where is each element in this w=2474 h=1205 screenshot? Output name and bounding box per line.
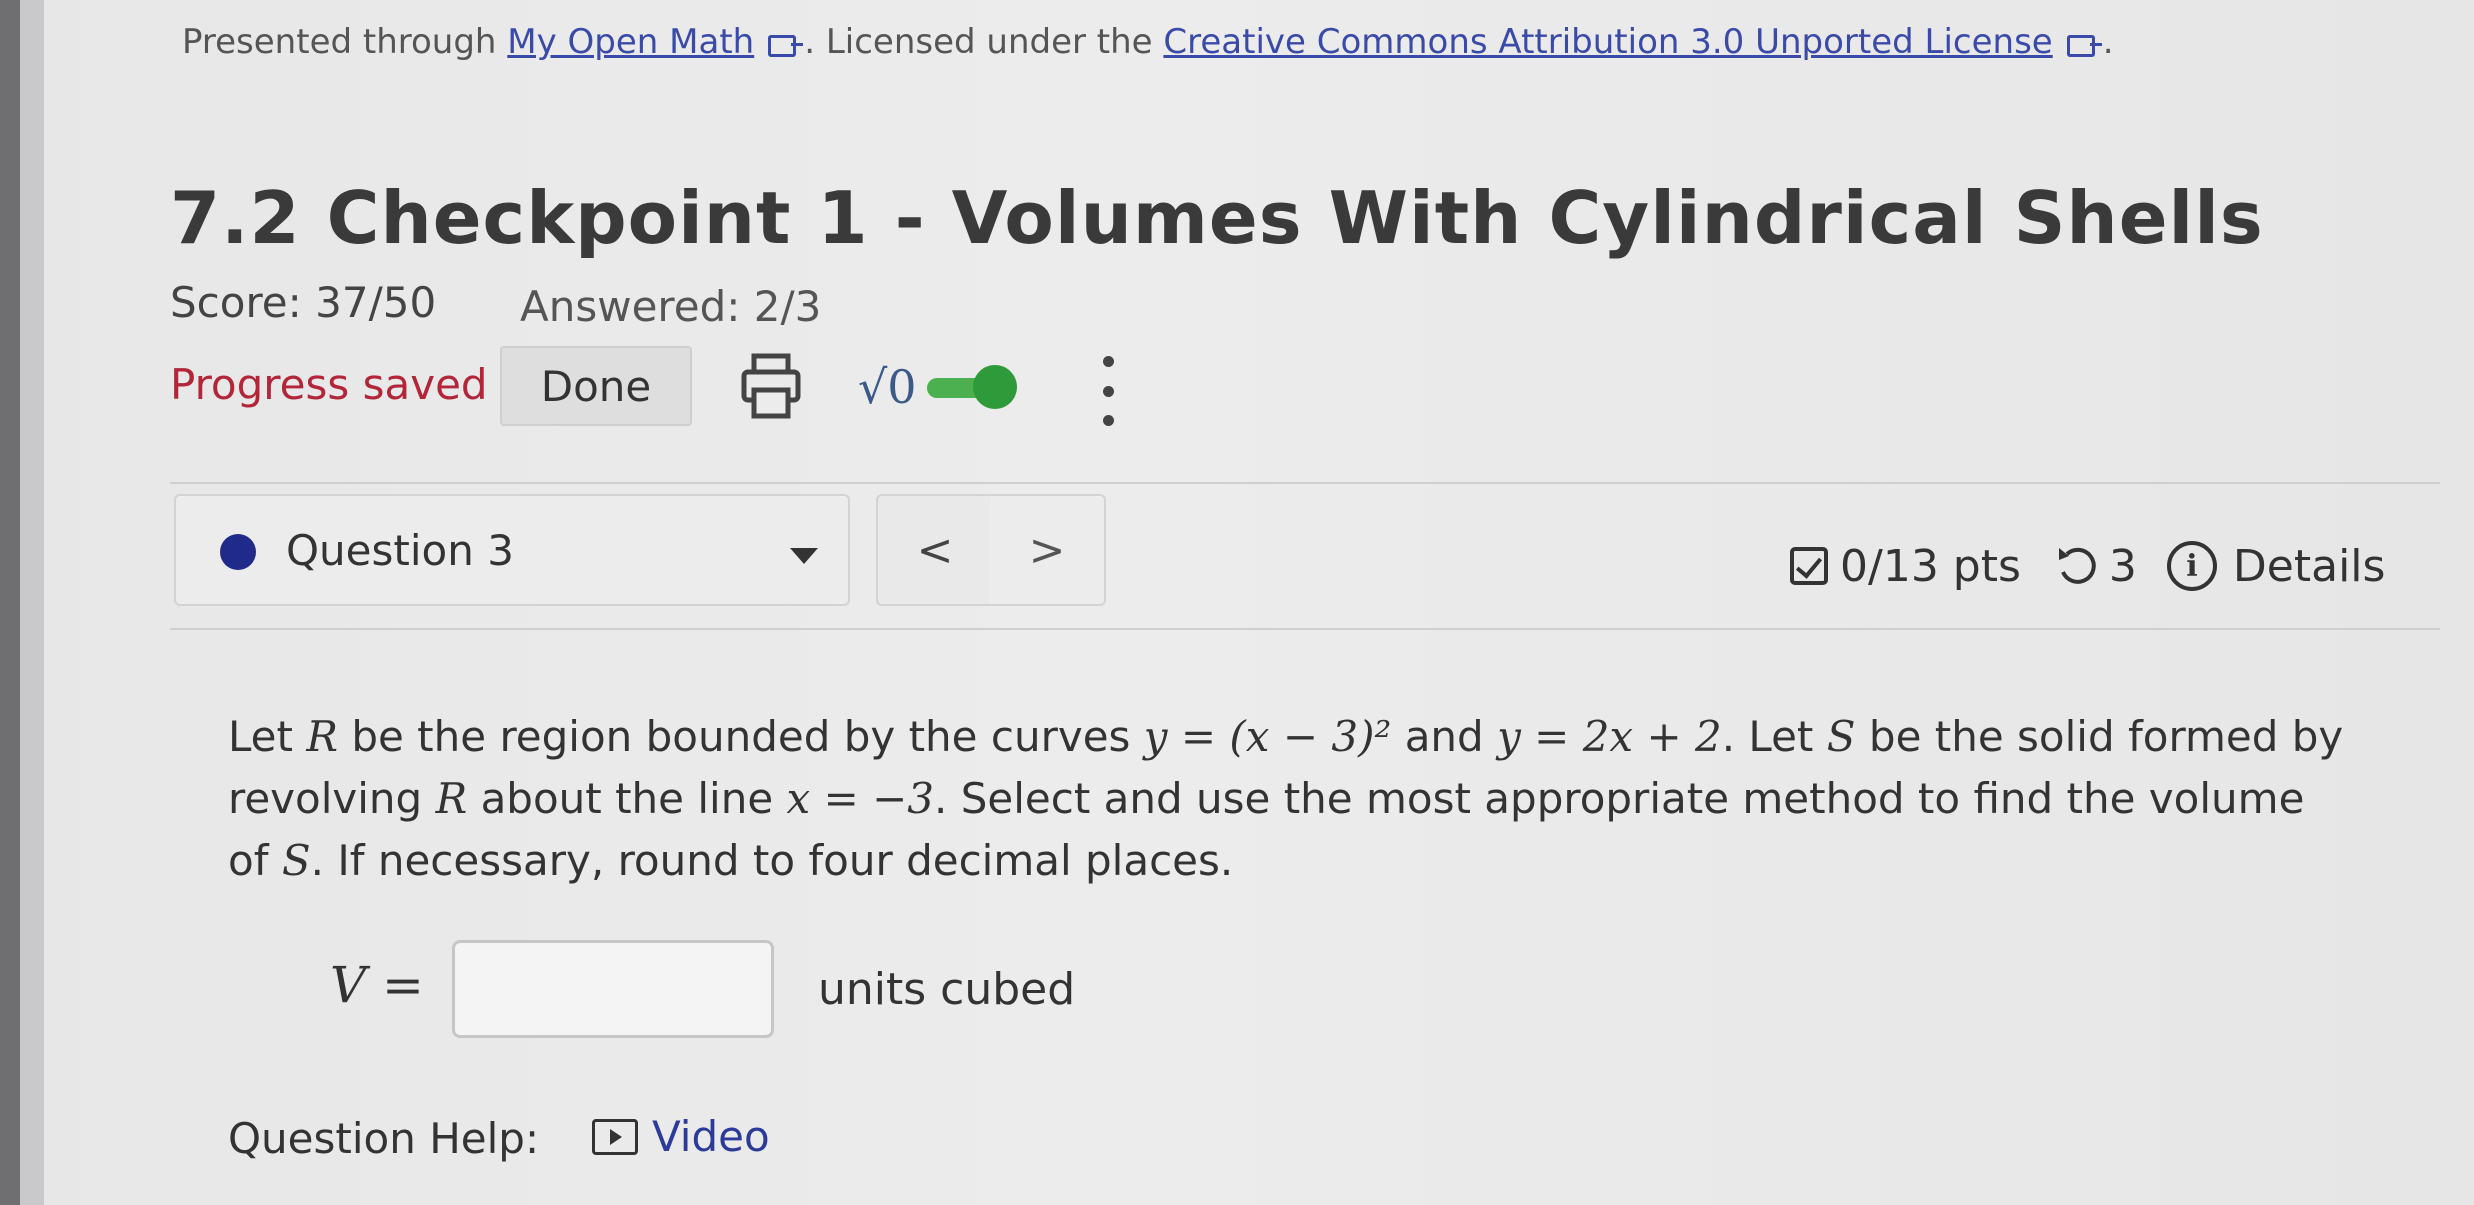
kebab-dot [1102, 356, 1114, 367]
license-prefix: Presented through [182, 22, 497, 62]
toggle-knob [972, 365, 1017, 409]
kebab-dot [1102, 385, 1114, 397]
toggle-switch[interactable] [926, 365, 1017, 409]
math-symbol: S [281, 836, 311, 885]
more-options-icon[interactable] [1096, 356, 1120, 426]
question-meta: 0/13 pts 3 i Details [1790, 536, 2385, 596]
external-link-icon [2066, 35, 2102, 57]
retries-count: 3 [2108, 540, 2137, 592]
done-button[interactable]: Done [500, 346, 692, 426]
points-text: 0/13 pts [1840, 540, 2021, 592]
next-question-button[interactable]: > [990, 494, 1106, 606]
cc-license-link[interactable]: Creative Commons Attribution 3.0 Unporte… [1163, 22, 2052, 62]
license-line: Presented through My Open Math . Licensed… [182, 22, 2114, 62]
score-text: Score: 37/50 [170, 278, 437, 327]
problem-text-part: and [1404, 712, 1484, 761]
units-label: units cubed [818, 964, 1076, 1015]
math-entry-toggle[interactable]: √0 [858, 352, 1017, 422]
problem-text-part: be the region bounded by the curves [351, 712, 1131, 761]
info-icon[interactable]: i [2166, 541, 2217, 591]
problem-text: Let R be the region bounded by the curve… [228, 706, 2348, 892]
sqrt-icon: √0 [858, 360, 917, 414]
kebab-dot [1102, 415, 1114, 426]
license-middle: . Licensed under the [804, 22, 1153, 62]
page-title: 7.2 Checkpoint 1 - Volumes With Cylindri… [170, 176, 2264, 260]
math-axis: x = −3 [786, 774, 935, 823]
math-symbol: R [306, 712, 338, 761]
math-symbol: R [435, 774, 468, 823]
external-link-icon [768, 35, 804, 57]
math-symbol: S [1826, 712, 1856, 761]
question-select[interactable]: Question 3 [174, 494, 850, 606]
math-curve-2: y = 2x + 2 [1497, 712, 1722, 761]
answer-input[interactable] [452, 940, 774, 1038]
problem-text-part: about the line [480, 774, 774, 823]
question-status-dot [220, 534, 256, 570]
problem-text-part: Let [228, 712, 293, 761]
video-link-label: Video [652, 1112, 770, 1161]
dropdown-caret-icon [790, 548, 818, 564]
problem-text-part: . If necessary, round to four decimal pl… [310, 836, 1234, 885]
divider-top [170, 482, 2440, 484]
license-suffix: . [2102, 22, 2114, 62]
video-icon [592, 1118, 638, 1155]
question-select-label: Question 3 [286, 526, 514, 575]
divider-bottom [170, 628, 2440, 630]
problem-text-part: . Let [1721, 712, 1814, 761]
progress-status: Progress saved [170, 360, 488, 409]
answer-label: V = [330, 956, 424, 1014]
screen-bezel [0, 0, 20, 1205]
checkbox-icon [1790, 547, 1828, 585]
math-curve-1: y = (x − 3)² [1143, 712, 1392, 761]
answered-text: Answered: 2/3 [520, 282, 822, 331]
video-help-link[interactable]: Video [592, 1112, 770, 1161]
my-open-math-link[interactable]: My Open Math [507, 22, 754, 62]
details-link[interactable]: Details [2233, 541, 2386, 592]
prev-question-button[interactable]: < [876, 494, 994, 606]
screen-edge [20, 0, 44, 1205]
question-help-label: Question Help: [228, 1114, 540, 1163]
print-icon[interactable] [740, 352, 802, 420]
retry-icon [2058, 547, 2096, 584]
